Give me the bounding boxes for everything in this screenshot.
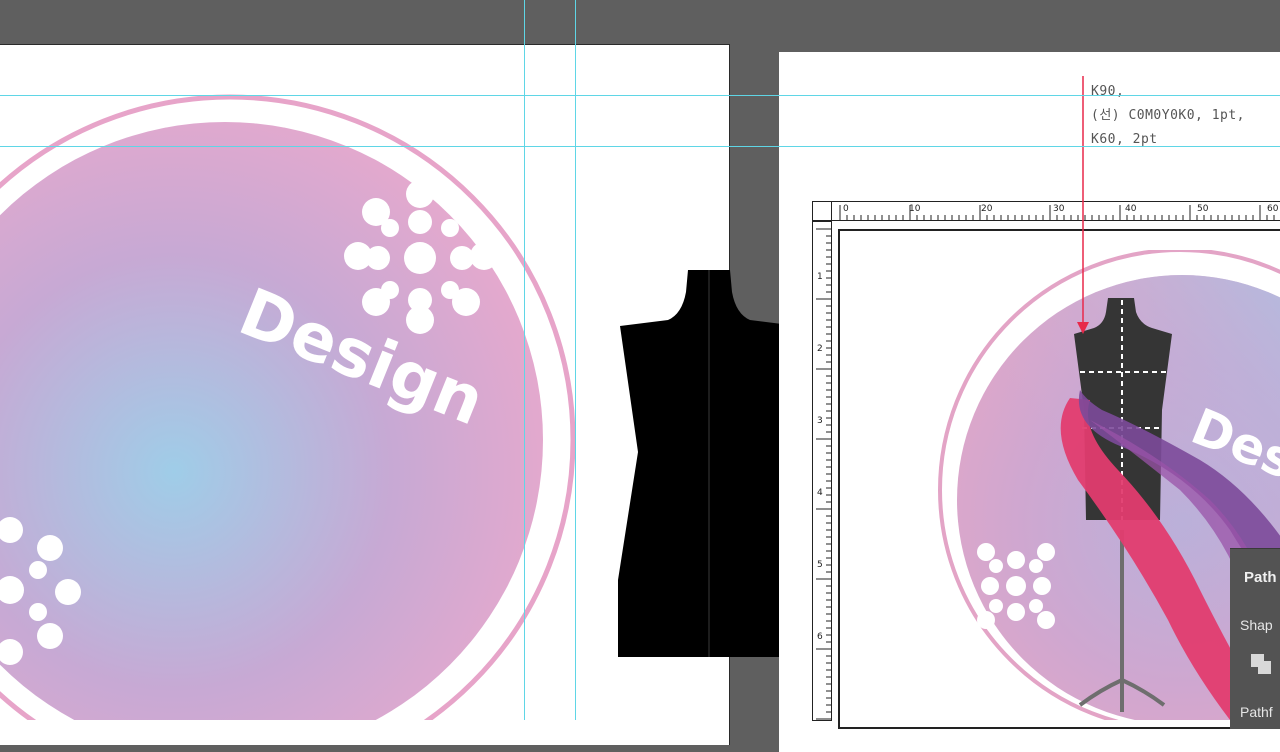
spec-line-2: (선) C0M0Y0K0, 1pt, [1091, 108, 1246, 123]
spec-annotation: K90, (선) C0M0Y0K0, 1pt, K60, 2pt [1091, 80, 1245, 152]
pathfinders-label: Pathf [1240, 704, 1273, 720]
spec-line-3: K60, 2pt [1091, 132, 1158, 147]
shape-modes-label: Shap [1240, 617, 1273, 633]
annotation-leader [1077, 76, 1089, 334]
guide-horizontal-2[interactable] [0, 146, 1280, 147]
pathfinder-panel[interactable]: Path Shap Pathf [1230, 548, 1280, 729]
unite-shape-icon[interactable] [1250, 653, 1272, 675]
guide-vertical-2[interactable] [575, 0, 576, 720]
guide-horizontal-1[interactable] [0, 95, 1280, 96]
flower-icon-right [977, 543, 1055, 629]
panel-tab-pathfinder[interactable]: Path [1244, 569, 1277, 586]
guide-vertical-1[interactable] [524, 0, 525, 720]
logo-circle-right[interactable]: Des [930, 250, 1280, 720]
spec-line-1: K90, [1091, 84, 1125, 99]
leader-arrow-icon [1077, 322, 1089, 334]
